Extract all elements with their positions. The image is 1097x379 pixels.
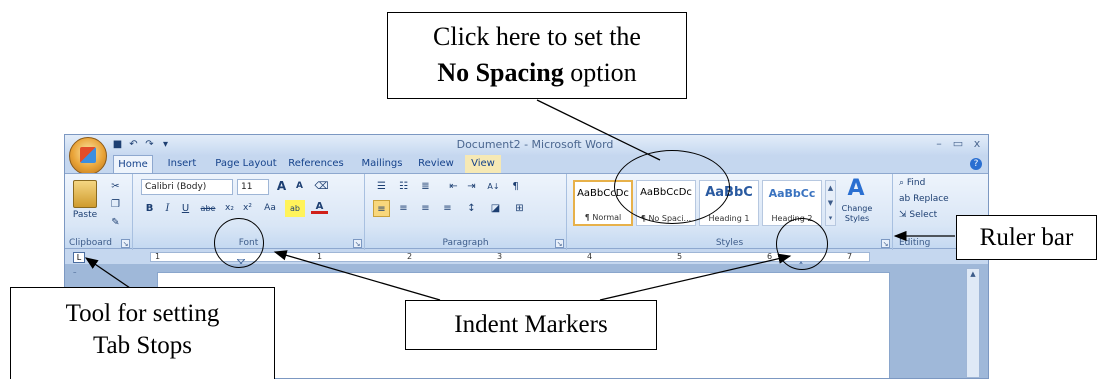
arrow-indent-left: [273, 250, 441, 301]
arrow-tab-stops: [84, 257, 131, 289]
callout-indent-markers: Indent Markers: [405, 300, 657, 350]
arrow-indent-right: [599, 253, 792, 301]
callout-tab-stops: Tool for setting Tab Stops: [10, 287, 275, 379]
callout-indent-markers-text: Indent Markers: [454, 311, 608, 338]
callout-ruler-bar: Ruler bar: [956, 215, 1097, 260]
callout-ruler-bar-text: Ruler bar: [979, 224, 1074, 251]
arrow-no-spacing: [536, 99, 661, 161]
callout-tab-stops-line2: Tab Stops: [93, 332, 192, 359]
callout-tab-stops-line1: Tool for setting: [65, 300, 220, 327]
